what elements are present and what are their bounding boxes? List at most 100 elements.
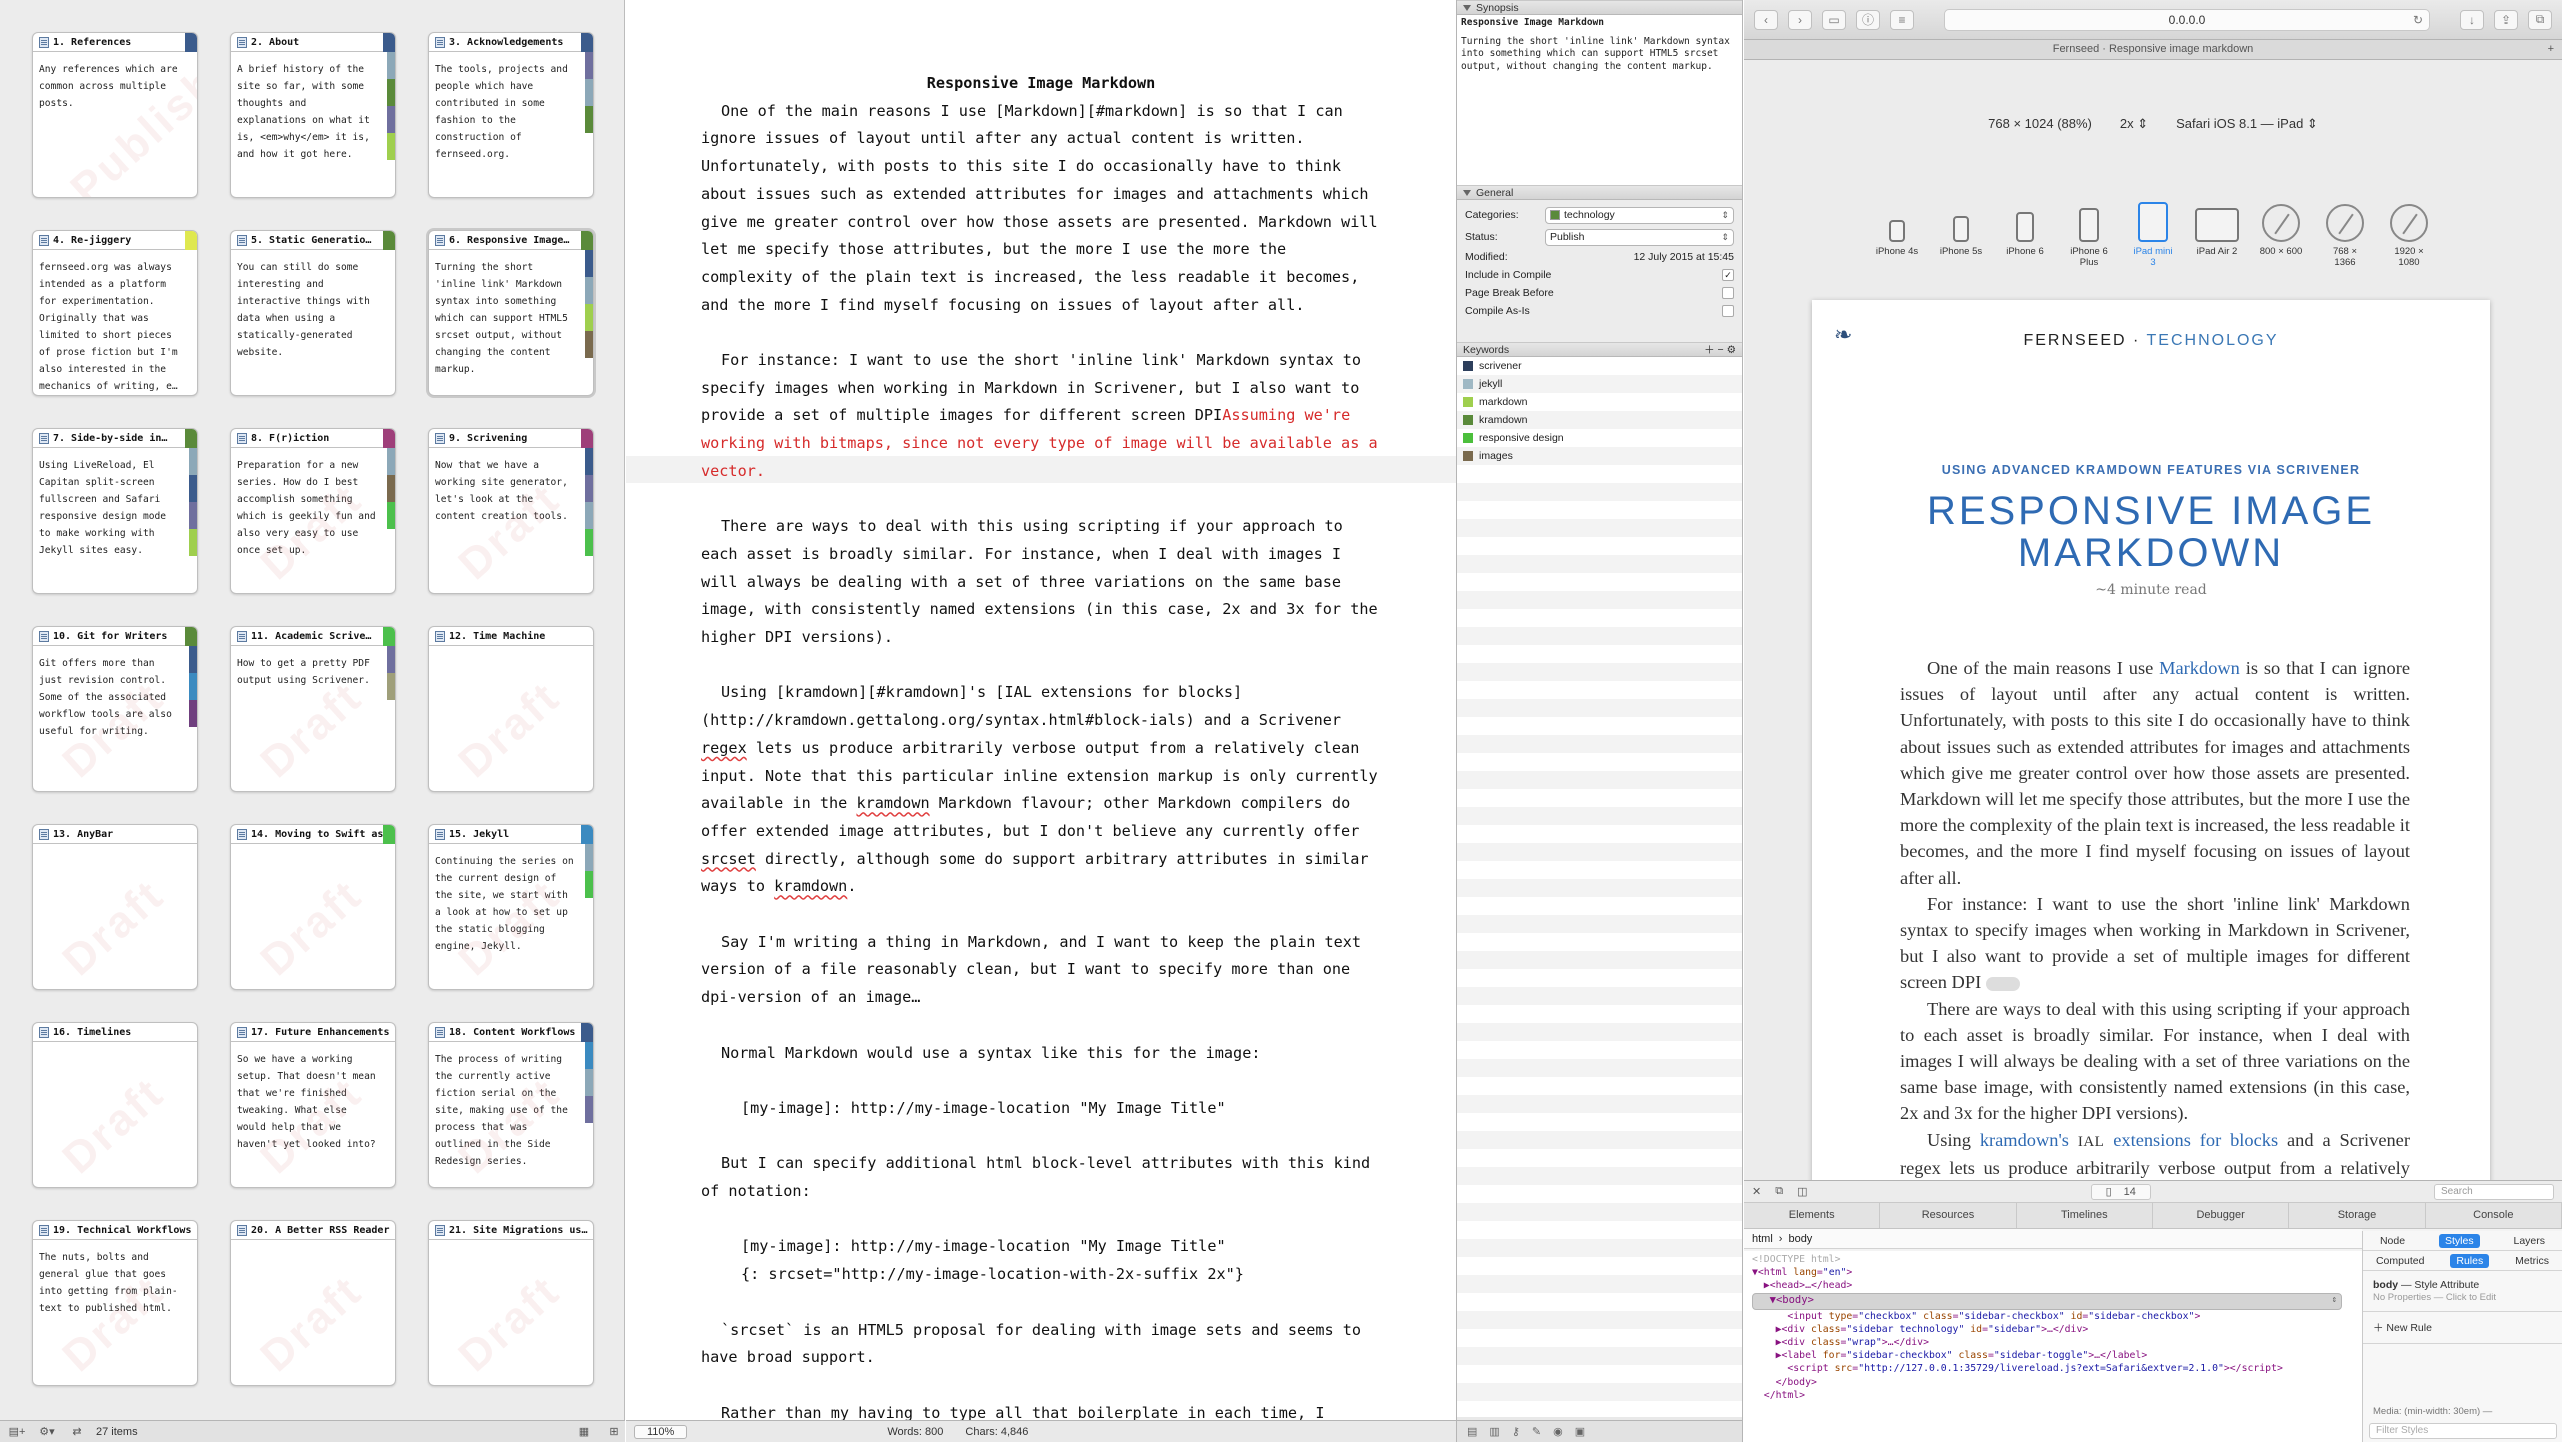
index-card[interactable]: 19. Technical Workflows The nuts, bolts a… [32,1220,198,1386]
inspector-search[interactable]: Search [2433,1183,2554,1200]
sidebar-tab-styles[interactable]: Styles [2438,1233,2480,1248]
card-synopsis[interactable]: Continuing the series on the current des… [429,844,593,989]
card-synopsis[interactable]: Using LiveReload, El Capitan split-scree… [33,448,197,593]
grid-view-icon[interactable]: ⊞ [603,1424,625,1440]
synopsis-text[interactable]: Turning the short 'inline link' Markdown… [1461,36,1738,74]
user-agent-select[interactable]: Safari iOS 8.1 — iPad ⇕ [2176,116,2318,132]
dom-tree[interactable]: <!DOCTYPE html> ▼<html lang="en"> ▶<head… [1744,1251,2362,1442]
info-icon[interactable]: ⓘ [1856,9,1880,30]
back-icon[interactable]: ‹ [1754,9,1778,30]
references-icon[interactable]: ▥ [1489,1425,1499,1438]
card-title[interactable]: 15. Jekyll [429,825,593,844]
include-compile-checkbox[interactable]: ✓ [1722,269,1734,281]
device-preset[interactable]: 768 × 1366 [2322,198,2368,268]
card-synopsis[interactable] [231,844,395,989]
compile-as-is-checkbox[interactable] [1722,305,1734,317]
disclosure-triangle-icon[interactable] [1463,189,1471,196]
index-card[interactable]: 7. Side-by-side in… Using LiveReload, El … [32,428,198,594]
card-title[interactable]: 5. Static Generatio… [231,231,395,250]
keyword-item[interactable]: scrivener [1457,357,1742,375]
device-preset[interactable]: iPad mini 3 [2130,198,2176,268]
card-title[interactable]: 4. Re-jiggery [33,231,197,250]
card-title[interactable]: 10. Git for Writers [33,627,197,646]
index-card[interactable]: 6. Responsive Image… Turning the short 'i… [428,230,594,396]
card-synopsis[interactable]: A brief history of the site so far, with… [231,52,395,197]
tab-storage[interactable]: Storage [2289,1203,2426,1228]
split-icon[interactable]: ◫ [1797,1185,1807,1198]
general-header[interactable]: General [1457,185,1742,200]
category-link[interactable]: TECHNOLOGY [2147,332,2279,349]
keywords-icon[interactable]: ⚷ [1512,1425,1520,1438]
card-title[interactable]: 6. Responsive Image… [429,231,593,250]
view-toggle-icon[interactable]: ▦ [573,1424,595,1440]
card-title[interactable]: 9. Scrivening [429,429,593,448]
device-preset[interactable]: iPad Air 2 [2194,198,2240,268]
tabs-icon[interactable]: ⧉ [2528,9,2552,30]
synopsis-card[interactable]: Responsive Image Markdown Turning the sh… [1457,15,1742,185]
card-synopsis[interactable]: You can still do some interesting and in… [231,250,395,395]
categories-select[interactable]: technology [1545,206,1734,224]
card-title[interactable]: 7. Side-by-side in… [33,429,197,448]
breadcrumb-html[interactable]: html [1752,1233,1773,1245]
tab-debugger[interactable]: Debugger [2153,1203,2290,1228]
zoom-select[interactable]: 110% [634,1424,688,1439]
card-title[interactable]: 3. Acknowledgements [429,33,593,52]
card-synopsis[interactable]: So we have a working setup. That doesn't… [231,1042,395,1187]
card-title[interactable]: 20. A Better RSS Reader [231,1221,395,1240]
device-preset[interactable]: iPhone 4s [1874,198,1920,268]
page-break-checkbox[interactable] [1722,287,1734,299]
index-card[interactable]: 10. Git for Writers Git offers more than … [32,626,198,792]
status-select[interactable]: Publish [1545,228,1734,246]
sidebar-tab-layers[interactable]: Layers [2514,1235,2546,1247]
index-card[interactable]: 9. Scrivening Now that we have a working … [428,428,594,594]
card-title[interactable]: 8. F(r)iction [231,429,395,448]
disclosure-triangle-icon[interactable] [1463,4,1471,11]
card-title[interactable]: 12. Time Machine [429,627,593,646]
comments-icon[interactable]: ▣ [1575,1425,1585,1438]
add-item-icon[interactable]: ▤+ [6,1424,28,1440]
device-preset[interactable]: 1920 × 1080 [2386,198,2432,268]
card-synopsis[interactable]: Any references which are common across m… [33,52,197,197]
card-synopsis[interactable] [429,1240,593,1385]
address-bar[interactable]: 0.0.0.0 ↻ [1944,8,2430,31]
filter-styles-input[interactable]: Filter Styles [2369,1423,2557,1439]
index-card[interactable]: 4. Re-jiggery fernseed.org was always int… [32,230,198,396]
card-synopsis[interactable]: Turning the short 'inline link' Markdown… [429,250,593,395]
card-synopsis[interactable]: Preparation for a new series. How do I b… [231,448,395,593]
tab-timelines[interactable]: Timelines [2017,1203,2153,1228]
footnote-toggle[interactable] [1985,977,2020,992]
sidebar-icon[interactable]: ▭ [1822,9,1846,30]
synopsis-header[interactable]: Synopsis [1457,0,1742,15]
snapshots-icon[interactable]: ◉ [1553,1425,1563,1438]
synopsis-title[interactable]: Responsive Image Markdown [1461,17,1738,30]
device-preset[interactable]: iPhone 6 [2002,198,2048,268]
keyword-item[interactable]: markdown [1457,393,1742,411]
index-card[interactable]: 15. Jekyll Continuing the series on the c… [428,824,594,990]
ial-extensions-link[interactable]: extensions for blocks [2113,1130,2278,1150]
card-synopsis[interactable] [429,646,593,791]
new-rule-button[interactable]: ＋ New Rule [2363,1312,2562,1344]
device-preset[interactable]: 800 × 600 [2258,198,2304,268]
card-title[interactable]: 16. Timelines [33,1023,197,1042]
site-name[interactable]: FERNSEED [2023,332,2126,349]
index-card[interactable]: 21. Site Migrations us… Draft [428,1220,594,1386]
forward-icon[interactable]: › [1788,9,1812,30]
add-keyword-icon[interactable]: ＋ [1704,344,1715,356]
kramdown-link[interactable]: kramdown's [1980,1130,2069,1150]
breadcrumb-body[interactable]: body [1788,1233,1812,1245]
pixel-ratio-select[interactable]: 2x ⇕ [2120,116,2148,132]
index-card[interactable]: 14. Moving to Swift as… Draft [230,824,396,990]
keyword-item[interactable]: kramdown [1457,411,1742,429]
card-title[interactable]: 19. Technical Workflows [33,1221,197,1240]
card-synopsis[interactable]: The tools, projects and people which hav… [429,52,593,197]
card-title[interactable]: 1. References [33,33,197,52]
keyword-item[interactable]: images [1457,447,1742,465]
index-card[interactable]: 12. Time Machine Draft [428,626,594,792]
keyword-item[interactable]: jekyll [1457,375,1742,393]
style-rule[interactable]: body — Style Attribute No Properties — C… [2363,1271,2562,1312]
card-synopsis[interactable]: The nuts, bolts and general glue that go… [33,1240,197,1385]
index-card[interactable]: 2. About A brief history of the site so f… [230,32,396,198]
card-title[interactable]: 13. AnyBar [33,825,197,844]
index-card[interactable]: 8. F(r)iction Preparation for a new serie… [230,428,396,594]
tab-bar[interactable]: Fernseed · Responsive image markdown + [1744,40,2562,60]
